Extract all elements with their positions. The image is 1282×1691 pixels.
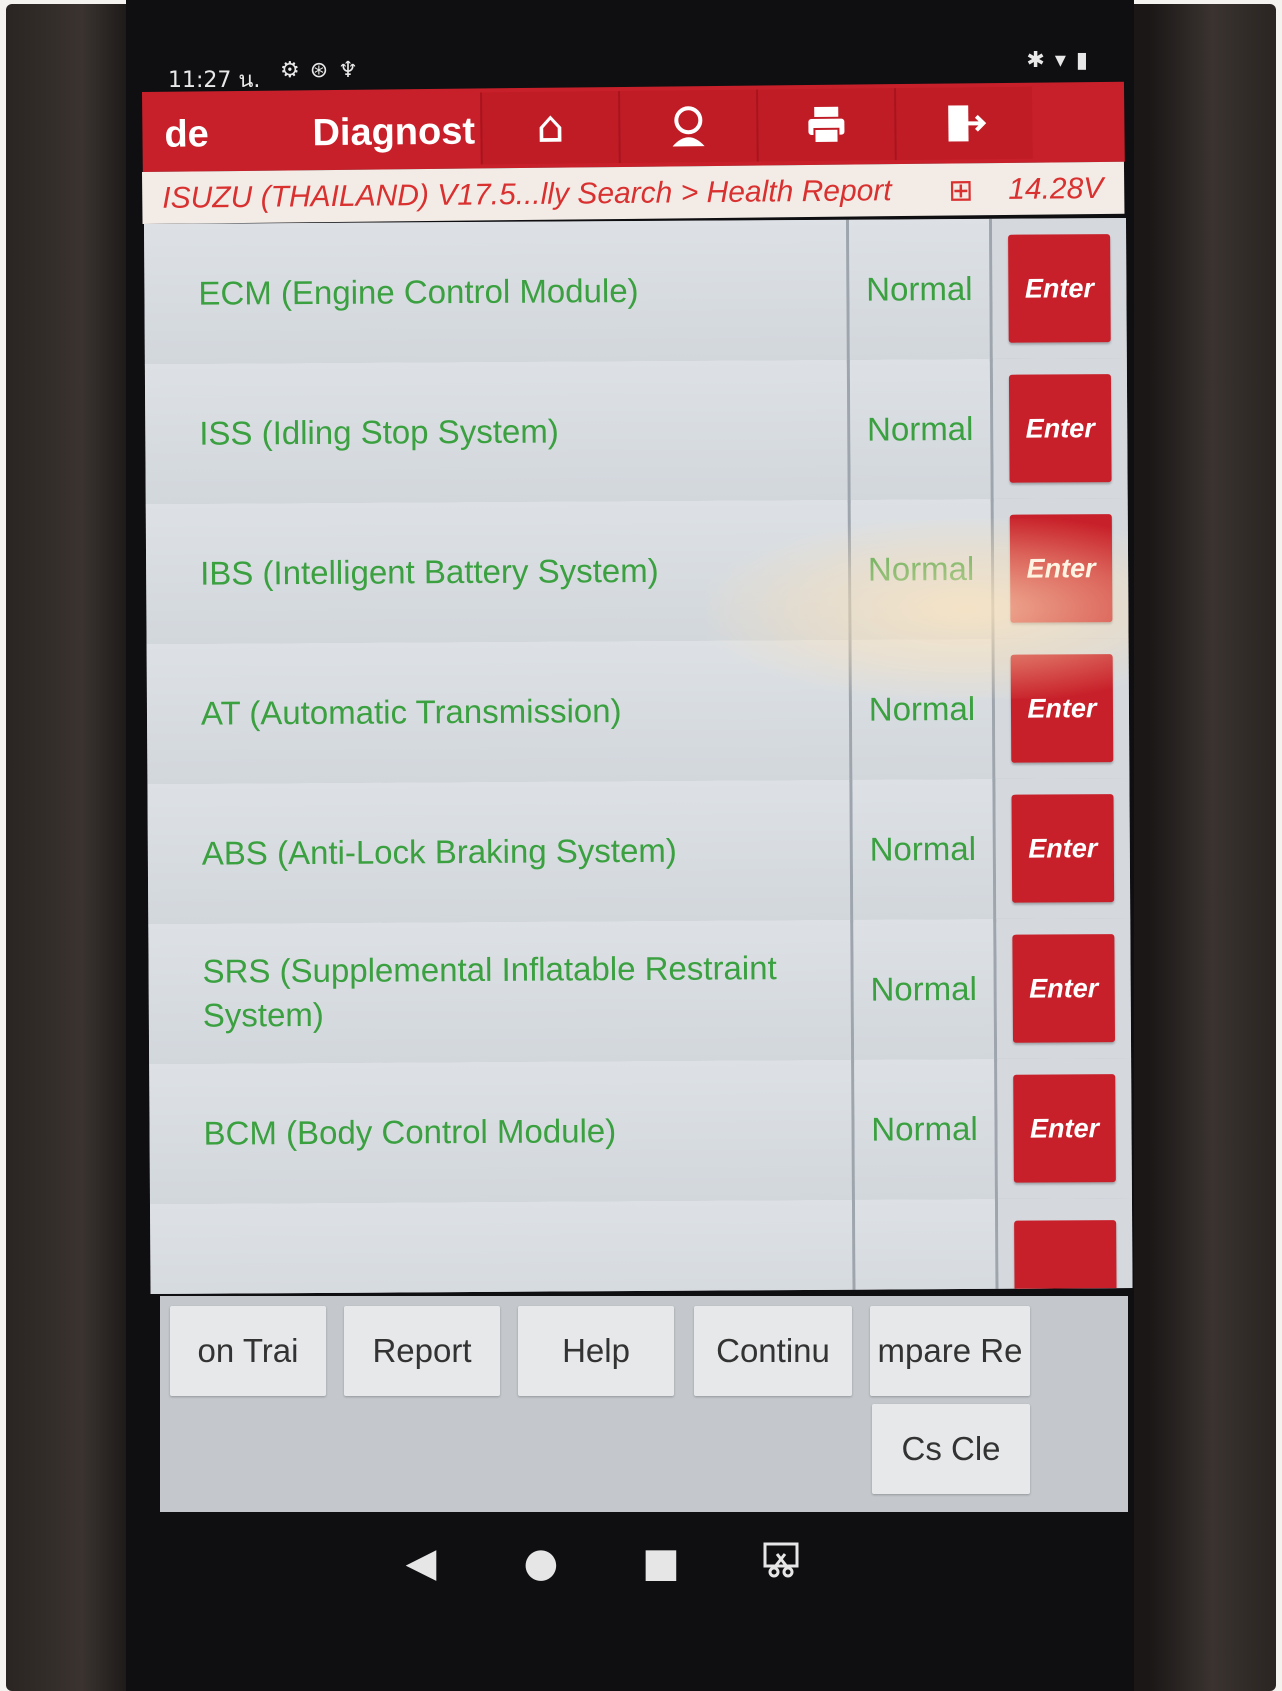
module-name-cell: IBS (Intelligent Battery System) (145, 499, 852, 644)
table-row: BCM (Body Control Module) Normal Enter (149, 1057, 1132, 1207)
breadcrumb-path: ISUZU (THAILAND) V17.5...lly Search > He… (162, 174, 892, 215)
module-status-cell (854, 1198, 999, 1294)
module-name: IBS (Intelligent Battery System) (200, 551, 659, 592)
battery-icon: ▮ (1075, 48, 1098, 73)
car-battery-icon: ⊞ (948, 174, 974, 208)
print-button[interactable] (756, 88, 895, 162)
module-status: Normal (851, 638, 996, 780)
table-row: AT (Automatic Transmission) Normal Enter (146, 637, 1130, 787)
bottom-toolbar: on Trai Report Help Continu mpare Re Cs … (160, 1296, 1128, 1512)
enter-cell (997, 1197, 1133, 1294)
clear-button[interactable]: Cs Cle (872, 1404, 1030, 1494)
status-left-icons: ⚙⊛♆ (280, 58, 368, 83)
home-button[interactable]: ⌂ (480, 91, 619, 165)
breadcrumb: ISUZU (THAILAND) V17.5...lly Search > He… (142, 161, 1125, 224)
support-icon (672, 106, 705, 147)
support-button[interactable] (618, 89, 757, 164)
enter-cell: Enter (995, 777, 1131, 919)
back-icon[interactable]: ◀ (396, 1540, 446, 1586)
wifi-icon: ▾ (1054, 48, 1076, 73)
module-name: ECM (Engine Control Module) (198, 271, 639, 312)
enter-button[interactable]: Enter (1012, 934, 1116, 1043)
enter-button[interactable]: Enter (1009, 514, 1113, 623)
module-name: ABS (Anti-Lock Braking System) (201, 831, 677, 872)
system-nav-bar: ◀ ● ■ (160, 1512, 1128, 1612)
continue-button[interactable]: Continu (694, 1306, 852, 1396)
module-name-cell: ISS (Idling Stop System) (144, 359, 851, 504)
enter-button[interactable]: Enter (1008, 374, 1112, 483)
recents-icon[interactable]: ■ (636, 1540, 686, 1586)
enter-button[interactable]: Enter (1011, 794, 1115, 903)
table-row-partial (149, 1197, 1133, 1294)
report-button[interactable]: Report (344, 1306, 500, 1396)
table-row: SRS (Supplemental Inflatable Restraint S… (148, 917, 1132, 1067)
bluetooth-icon: ✱ (1026, 48, 1055, 73)
enter-cell: Enter (996, 917, 1132, 1059)
module-name-cell: BCM (Body Control Module) (149, 1059, 855, 1204)
page-title: Diagnost (312, 110, 476, 155)
module-status: Normal (854, 1058, 998, 1200)
status-right-icons: ✱▾▮ (1026, 48, 1098, 73)
help-button[interactable]: Help (518, 1306, 674, 1396)
module-status: Normal (850, 498, 995, 640)
enter-cell: Enter (993, 497, 1129, 639)
module-status: Normal (848, 218, 993, 360)
enter-button[interactable] (1014, 1220, 1117, 1294)
module-name-cell (149, 1199, 856, 1294)
enter-button[interactable]: Enter (1010, 654, 1114, 763)
screenshot-icon[interactable] (756, 1540, 806, 1586)
enter-button[interactable]: Enter (1013, 1074, 1116, 1183)
table-row: ABS (Anti-Lock Braking System) Normal En… (147, 777, 1131, 927)
table-row: ECM (Engine Control Module) Normal Enter (144, 218, 1127, 367)
table-row: IBS (Intelligent Battery System) Normal … (145, 497, 1129, 647)
exit-icon (948, 105, 987, 142)
toolbar-button-1[interactable]: on Trai (170, 1306, 326, 1396)
enter-button[interactable]: Enter (1008, 234, 1111, 343)
module-name: AT (Automatic Transmission) (200, 692, 622, 732)
home-icon: ⌂ (536, 101, 565, 153)
module-name: ISS (Idling Stop System) (199, 412, 559, 452)
enter-cell: Enter (992, 357, 1128, 499)
module-name: BCM (Body Control Module) (203, 1112, 617, 1152)
home-circle-icon[interactable]: ● (516, 1540, 566, 1586)
health-report-list[interactable]: ECM (Engine Control Module) Normal Enter… (144, 218, 1133, 1294)
module-name-cell: SRS (Supplemental Inflatable Restraint S… (148, 919, 855, 1064)
compare-report-button[interactable]: mpare Re (870, 1306, 1030, 1396)
print-icon (808, 106, 845, 144)
module-name: SRS (Supplemental Inflatable Restraint S… (202, 949, 777, 1034)
app-header: de Diagnost ⌂ (142, 81, 1125, 172)
app-brand: de (164, 113, 210, 156)
module-name-cell: AT (Automatic Transmission) (146, 639, 853, 784)
module-status: Normal (849, 358, 994, 500)
table-row: ISS (Idling Stop System) Normal Enter (144, 357, 1128, 507)
module-status: Normal (853, 918, 998, 1060)
module-status: Normal (852, 778, 997, 920)
enter-cell: Enter (991, 218, 1127, 359)
voltage-readout: 14.28V (1008, 171, 1104, 206)
bluetooth-circle-icon: ⊛ (309, 58, 339, 83)
stethoscope-icon: ♆ (338, 58, 368, 83)
exit-button[interactable] (894, 86, 1033, 161)
enter-cell: Enter (994, 637, 1130, 779)
gear-icon: ⚙ (280, 58, 310, 83)
enter-cell: Enter (997, 1057, 1132, 1199)
module-name-cell: ECM (Engine Control Module) (144, 219, 850, 364)
module-name-cell: ABS (Anti-Lock Braking System) (147, 779, 854, 924)
